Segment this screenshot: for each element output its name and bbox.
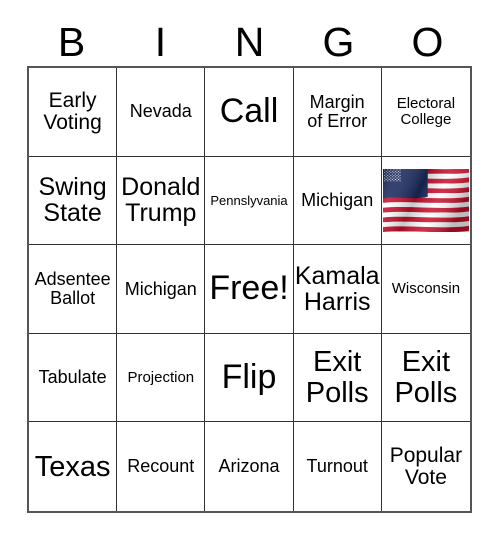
bingo-cell-label: Wisconsin [391, 280, 461, 298]
bingo-header-letter-g: G [322, 18, 355, 65]
bingo-cell-label: Arizona [218, 456, 280, 477]
bingo-cell-label: Exit Polls [305, 346, 369, 409]
bingo-header-letter-b: B [57, 18, 86, 65]
bingo-header-letter-o: O [411, 18, 444, 65]
us-flag-icon [382, 168, 469, 232]
bingo-cell-r4-c4[interactable]: Exit Polls [293, 333, 382, 423]
bingo-cell-label: Free! [209, 269, 289, 308]
bingo-cell-label: Kamala Harris [294, 261, 380, 316]
bingo-cell-label: Projection [127, 368, 195, 386]
bingo-cell-label: Flip [221, 357, 277, 396]
bingo-header-letter-i: I [154, 18, 167, 65]
bingo-cell-label: Turnout [306, 456, 368, 477]
bingo-cell-r1-c3[interactable]: Call [205, 68, 294, 157]
bingo-cell-r4-c5[interactable]: Exit Polls [381, 333, 470, 423]
bingo-cell-r5-c3[interactable]: Arizona [205, 422, 294, 511]
bingo-cell-label: Exit Polls [394, 346, 458, 409]
bingo-cell-label: Pennslyvania [210, 192, 288, 208]
bingo-cell-r1-c2[interactable]: Nevada [117, 68, 206, 157]
bingo-cell-r5-c2[interactable]: Recount [117, 422, 206, 511]
bingo-cell-r4-c2[interactable]: Projection [117, 333, 206, 423]
bingo-card: B I N G O Early Voting Nevada Call Margin of Er… [0, 0, 500, 544]
bingo-cell-label: Michigan [301, 190, 374, 211]
us-flag-image-wrap [381, 156, 470, 245]
bingo-grid: Early Voting Nevada Call Margin of Error Ele… [27, 66, 472, 513]
bingo-cell-r2-c1[interactable]: Swing State [29, 156, 118, 246]
bingo-header-letter-n: N [234, 18, 265, 65]
bingo-cell-r4-c1[interactable]: Tabulate [29, 333, 118, 423]
bingo-cell-label: Electoral College [396, 95, 456, 128]
bingo-cell-r1-c5[interactable]: Electoral College [381, 68, 470, 157]
bingo-header: BINGO [27, 18, 472, 66]
bingo-cell-label: Nevada [129, 101, 192, 122]
bingo-cell-r3-c2[interactable]: Michigan [117, 245, 206, 334]
bingo-cell-label: Call [219, 92, 279, 131]
bingo-cell-label: Popular Vote [389, 443, 463, 489]
bingo-cell-r1-c1[interactable]: Early Voting [29, 68, 118, 157]
bingo-cell-r2-c4[interactable]: Michigan [293, 156, 382, 246]
bingo-cell-r1-c4[interactable]: Margin of Error [293, 68, 382, 157]
bingo-cell-label: Tabulate [38, 367, 107, 388]
bingo-cell-r2-c2[interactable]: Donald Trump [117, 156, 206, 246]
bingo-cell-r4-c3[interactable]: Flip [205, 333, 294, 423]
bingo-cell-r3-c4[interactable]: Kamala Harris [293, 245, 382, 334]
bingo-cell-label: Margin of Error [307, 92, 368, 131]
bingo-cell-r3-c5[interactable]: Wisconsin [381, 245, 470, 334]
bingo-cell-label: Swing State [38, 173, 107, 228]
bingo-cell-label: Texas [34, 450, 111, 483]
bingo-cell-label: Recount [127, 456, 195, 477]
bingo-cell-label: Michigan [124, 278, 197, 299]
bingo-cell-label: Early Voting [43, 88, 102, 134]
bingo-cell-r2-c3[interactable]: Pennslyvania [205, 156, 294, 246]
bingo-cell-r2-c5[interactable] [381, 156, 470, 246]
bingo-cell-label: Adsentee Ballot [34, 269, 111, 308]
bingo-cell-r5-c4[interactable]: Turnout [293, 422, 382, 511]
bingo-cell-r5-c1[interactable]: Texas [29, 422, 118, 511]
bingo-cell-r3-c1[interactable]: Adsentee Ballot [29, 245, 118, 334]
bingo-cell-r5-c5[interactable]: Popular Vote [381, 422, 470, 511]
bingo-cell-r3-c3[interactable]: Free! [205, 245, 294, 334]
bingo-cell-label: Donald Trump [121, 173, 201, 228]
